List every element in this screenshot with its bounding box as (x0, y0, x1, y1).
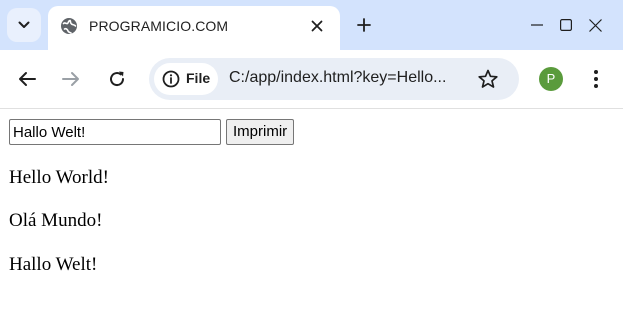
tab-title: PROGRAMICIO.COM (89, 18, 229, 34)
browser-toolbar: File C:/app/index.html?key=Hello... P (0, 50, 623, 109)
info-icon (162, 70, 180, 88)
reload-icon (110, 71, 125, 87)
star-icon[interactable] (477, 68, 499, 90)
tab-strip: PROGRAMICIO.COM (0, 0, 623, 50)
window-close-button[interactable] (566, 0, 623, 50)
plus-icon (357, 18, 371, 32)
close-icon (311, 20, 323, 32)
back-button[interactable] (13, 65, 41, 93)
output-line-english: Hello World! (9, 167, 109, 188)
profile-avatar[interactable]: P (539, 67, 563, 91)
reload-button[interactable] (103, 65, 131, 93)
output-line-portuguese: Olá Mundo! (9, 210, 103, 231)
site-chip-label: File (186, 70, 211, 86)
tab-search-button[interactable] (7, 8, 41, 42)
print-button[interactable]: Imprimir (226, 119, 295, 145)
new-tab-button[interactable] (352, 13, 376, 37)
globe-icon (61, 18, 77, 34)
kebab-menu-icon (594, 70, 598, 88)
window-close-icon (588, 18, 602, 32)
forward-arrow-icon (62, 72, 79, 86)
back-arrow-icon (19, 72, 36, 86)
text-input[interactable] (9, 119, 221, 145)
browser-menu-button[interactable] (584, 65, 608, 93)
site-info-chip[interactable]: File (154, 63, 218, 95)
tab-search-icon (18, 21, 30, 28)
output-line-german: Hallo Welt! (9, 254, 98, 275)
tab-close-button[interactable] (307, 16, 327, 36)
page-content: Imprimir Hello World! Olá Mundo! Hallo W… (0, 109, 623, 312)
url-text[interactable]: C:/app/index.html?key=Hello... (229, 69, 446, 87)
forward-button[interactable] (57, 65, 85, 93)
active-tab[interactable]: PROGRAMICIO.COM (48, 6, 340, 50)
address-bar[interactable]: File C:/app/index.html?key=Hello... (149, 58, 519, 100)
